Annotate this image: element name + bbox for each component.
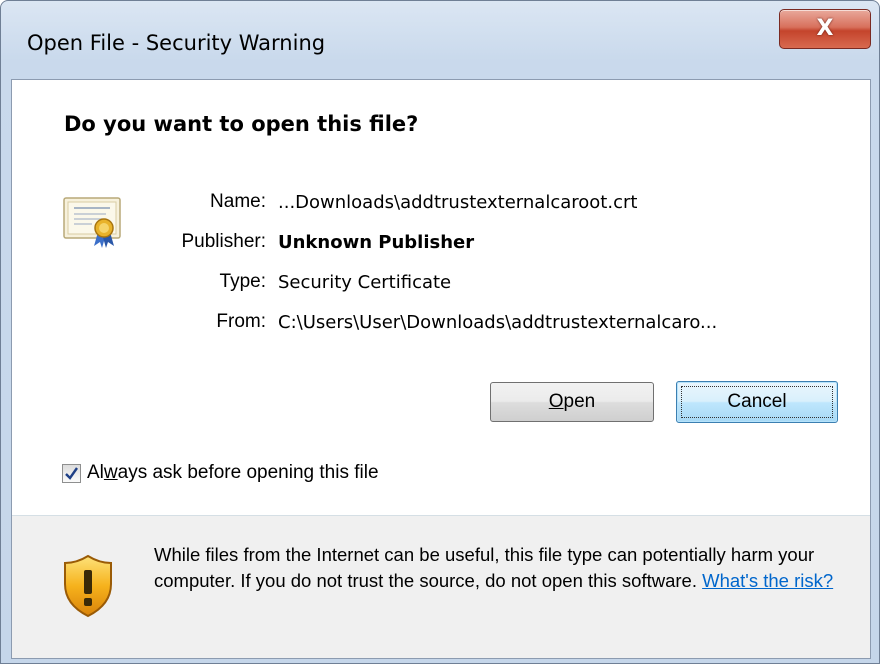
focus-ring [681, 386, 833, 418]
open-button[interactable]: Open [490, 382, 654, 422]
checkmark-icon [65, 466, 78, 480]
file-info: Name: ...Downloads\addtrustexternalcaroo… [142, 182, 718, 342]
from-value: C:\Users\User\Downloads\addtrustexternal… [278, 311, 718, 333]
publisher-row: Publisher: Unknown Publisher [142, 222, 717, 262]
warning-text: While files from the Internet can be use… [154, 542, 854, 594]
title-bar[interactable]: Open File - Security Warning X [1, 1, 879, 79]
always-ask-label: Always ask before opening this file [87, 462, 379, 483]
always-ask-option[interactable]: Always ask before opening this file [62, 462, 379, 484]
close-button[interactable]: X [779, 9, 871, 49]
publisher-label: Publisher: [181, 231, 267, 252]
open-mnemonic: O [548, 391, 564, 412]
name-value: ...Downloads\addtrustexternalcaroot.crt [278, 191, 638, 213]
shield-warning-icon [64, 554, 112, 618]
type-value: Security Certificate [278, 271, 452, 293]
open-label: pen [563, 391, 596, 412]
warning-panel: While files from the Internet can be use… [12, 516, 870, 658]
from-row: From: C:\Users\User\Downloads\addtrustex… [142, 302, 717, 342]
dialog-window: Open File - Security Warning X Do you wa… [0, 0, 880, 664]
name-row: Name: ...Downloads\addtrustexternalcaroo… [142, 182, 717, 222]
dialog-body: Do you want to open this file? Name: ...… [11, 79, 871, 659]
close-icon: X [816, 16, 834, 41]
publisher-value: Unknown Publisher [278, 231, 475, 253]
type-label: Type: [219, 271, 266, 292]
whats-the-risk-link[interactable]: What's the risk? [702, 570, 833, 591]
certificate-icon [63, 197, 121, 248]
name-label: Name: [210, 191, 266, 212]
window-title: Open File - Security Warning [27, 31, 326, 55]
dialog-question: Do you want to open this file? [64, 112, 419, 136]
always-ask-checkbox[interactable] [62, 463, 81, 483]
cancel-button[interactable]: Cancel [676, 381, 838, 423]
from-label: From: [216, 311, 266, 332]
type-row: Type: Security Certificate [142, 262, 717, 302]
